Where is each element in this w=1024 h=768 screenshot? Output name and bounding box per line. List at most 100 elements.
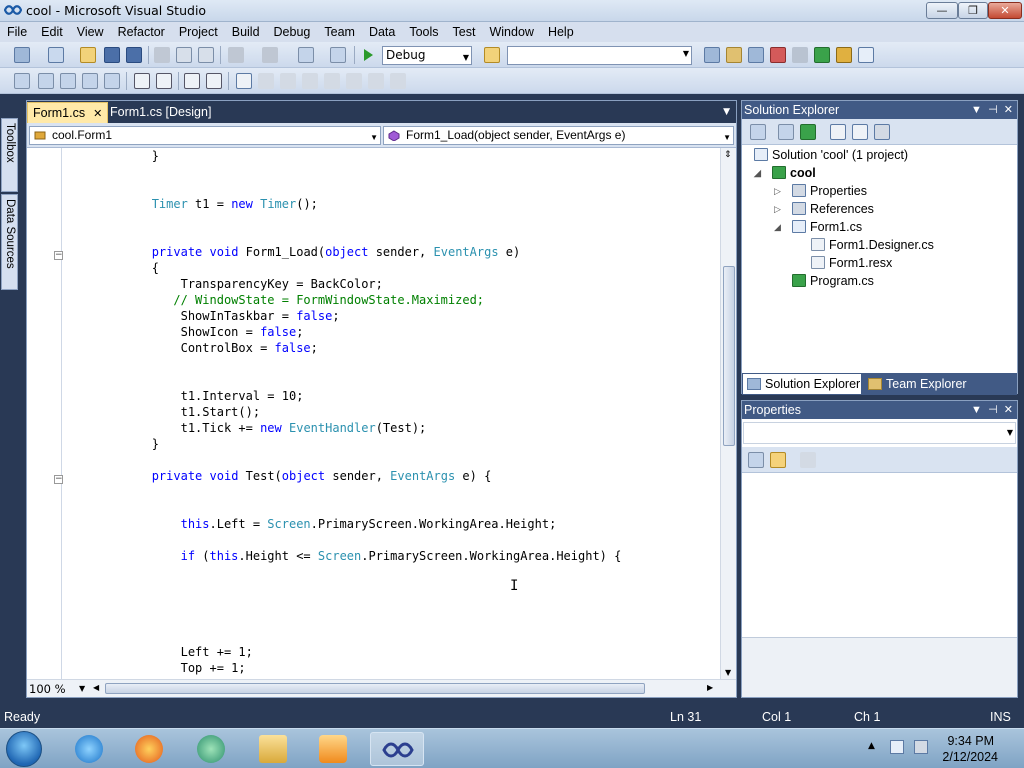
- previous-bookmark-in-document-icon[interactable]: [346, 73, 362, 89]
- start-button-icon[interactable]: [6, 731, 42, 767]
- navigate-forward-icon[interactable]: [330, 47, 346, 63]
- navigate-backward-icon[interactable]: [298, 47, 314, 63]
- extension-manager-icon[interactable]: [792, 47, 808, 63]
- zoom-level[interactable]: 100 % ▼: [29, 682, 87, 696]
- show-hidden-icons-icon[interactable]: ▲: [868, 741, 875, 751]
- class-view-icon[interactable]: [836, 47, 852, 63]
- menu-data[interactable]: Data: [362, 22, 402, 42]
- active-files-dropdown-icon[interactable]: ▼: [723, 107, 730, 117]
- view-code-icon[interactable]: [830, 124, 846, 140]
- next-bookmark-icon[interactable]: [280, 73, 296, 89]
- window-position-icon[interactable]: ▼: [971, 404, 982, 416]
- collapsed-arrow-icon[interactable]: ▷: [774, 200, 781, 218]
- new-project-icon[interactable]: [14, 47, 30, 63]
- close-tab-icon[interactable]: ✕: [93, 108, 102, 120]
- comment-lines-icon[interactable]: [184, 73, 200, 89]
- title-bar[interactable]: cool - Microsoft Visual Studio — ❐ ✕: [0, 0, 1024, 22]
- tree-node-form1-designer[interactable]: Form1.Designer.cs: [811, 236, 934, 254]
- toolbox-tab[interactable]: Toolbox: [1, 118, 18, 192]
- expanded-arrow-icon[interactable]: ◢: [774, 218, 781, 236]
- properties-window-icon[interactable]: [726, 47, 742, 63]
- tab-solution-explorer[interactable]: Solution Explorer: [743, 374, 861, 394]
- word-completion-icon[interactable]: [82, 73, 98, 89]
- taskbar-app[interactable]: [184, 732, 238, 766]
- window-position-icon[interactable]: ▼: [971, 104, 982, 116]
- redo-icon[interactable]: [262, 47, 278, 63]
- clock-time[interactable]: 9:34 PM: [947, 734, 994, 748]
- start-page-icon[interactable]: [814, 47, 830, 63]
- clock-date[interactable]: 2/12/2024: [942, 750, 998, 764]
- save-icon[interactable]: [104, 47, 120, 63]
- object-selector-dropdown[interactable]: ▼: [743, 422, 1016, 444]
- quick-info-icon[interactable]: [60, 73, 76, 89]
- collapsed-arrow-icon[interactable]: ▷: [774, 182, 781, 200]
- collapse-test-icon[interactable]: −: [54, 475, 63, 484]
- paste-icon[interactable]: [198, 47, 214, 63]
- auto-hide-pin-icon[interactable]: ⊣: [988, 404, 998, 416]
- close-pane-icon[interactable]: ✕: [1004, 104, 1013, 116]
- next-bookmark-in-document-icon[interactable]: [368, 73, 384, 89]
- view-designer-icon[interactable]: [852, 124, 868, 140]
- scroll-left-icon[interactable]: ◀: [93, 683, 99, 692]
- menu-test[interactable]: Test: [446, 22, 483, 42]
- refresh-icon[interactable]: [800, 124, 816, 140]
- scroll-down-icon[interactable]: ▼: [725, 668, 731, 677]
- volume-muted-icon[interactable]: [914, 740, 928, 754]
- code-text-area[interactable]: } Timer t1 = new Timer(); private void F…: [27, 148, 720, 679]
- open-file-icon[interactable]: [80, 47, 96, 63]
- taskbar-explorer[interactable]: [246, 732, 300, 766]
- close-pane-icon[interactable]: ✕: [1004, 404, 1013, 416]
- taskbar-internet-explorer[interactable]: [62, 732, 116, 766]
- vertical-scrollbar[interactable]: ⇕ ▼: [720, 148, 736, 679]
- cut-icon[interactable]: [154, 47, 170, 63]
- taskbar-media-player[interactable]: [306, 732, 360, 766]
- toolbox-icon[interactable]: [770, 47, 786, 63]
- solution-configuration-select[interactable]: Debug ▼: [382, 46, 472, 65]
- next-bookmark-in-folder-icon[interactable]: [324, 73, 340, 89]
- tree-node-properties[interactable]: ▷ Properties: [774, 182, 867, 200]
- categorized-icon[interactable]: [748, 452, 764, 468]
- maximize-button[interactable]: ❐: [958, 2, 988, 19]
- tree-node-references[interactable]: ▷ References: [774, 200, 874, 218]
- taskbar-visual-studio[interactable]: [370, 732, 424, 766]
- display-word-list-icon[interactable]: [104, 73, 120, 89]
- vertical-scroll-thumb[interactable]: [723, 266, 735, 446]
- data-sources-tab[interactable]: Data Sources: [1, 194, 18, 290]
- auto-hide-pin-icon[interactable]: ⊣: [988, 104, 998, 116]
- horizontal-scroll-thumb[interactable]: [105, 683, 645, 694]
- decrease-indent-icon[interactable]: [134, 73, 150, 89]
- network-icon[interactable]: [890, 740, 904, 754]
- add-item-icon[interactable]: [48, 47, 64, 63]
- tab-form1-design[interactable]: Form1.cs [Design]: [105, 102, 216, 123]
- menu-debug[interactable]: Debug: [267, 22, 318, 42]
- menu-edit[interactable]: Edit: [34, 22, 70, 42]
- properties-icon[interactable]: [750, 124, 766, 140]
- display-object-member-list-icon[interactable]: [14, 73, 30, 89]
- tree-node-form1-resx[interactable]: Form1.resx: [811, 254, 892, 272]
- copy-icon[interactable]: [176, 47, 192, 63]
- start-debugging-icon[interactable]: [360, 47, 376, 63]
- menu-view[interactable]: View: [70, 22, 111, 42]
- previous-bookmark-in-folder-icon[interactable]: [302, 73, 318, 89]
- taskbar-firefox[interactable]: [122, 732, 176, 766]
- tree-node-solution[interactable]: Solution 'cool' (1 project): [754, 146, 908, 164]
- member-dropdown[interactable]: Form1_Load(object sender, EventArgs e) ▼: [383, 126, 734, 145]
- menu-file[interactable]: File: [0, 22, 34, 42]
- menu-project[interactable]: Project: [172, 22, 225, 42]
- menu-tools[interactable]: Tools: [402, 22, 445, 42]
- previous-bookmark-icon[interactable]: [258, 73, 274, 89]
- object-browser-icon[interactable]: [748, 47, 764, 63]
- increase-indent-icon[interactable]: [156, 73, 172, 89]
- expanded-arrow-icon[interactable]: ◢: [754, 164, 761, 182]
- tab-team-explorer[interactable]: Team Explorer: [864, 374, 1014, 394]
- split-handle-icon[interactable]: ⇕: [724, 150, 732, 160]
- parameter-info-icon[interactable]: [38, 73, 54, 89]
- view-class-diagram-icon[interactable]: [874, 124, 890, 140]
- undo-icon[interactable]: [228, 47, 244, 63]
- uncomment-lines-icon[interactable]: [206, 73, 222, 89]
- property-pages-icon[interactable]: [800, 452, 816, 468]
- tree-node-form1-cs[interactable]: ◢ Form1.cs: [774, 218, 862, 236]
- minimize-button[interactable]: —: [926, 2, 958, 19]
- menu-refactor[interactable]: Refactor: [111, 22, 172, 42]
- find-in-files-icon[interactable]: [484, 47, 500, 63]
